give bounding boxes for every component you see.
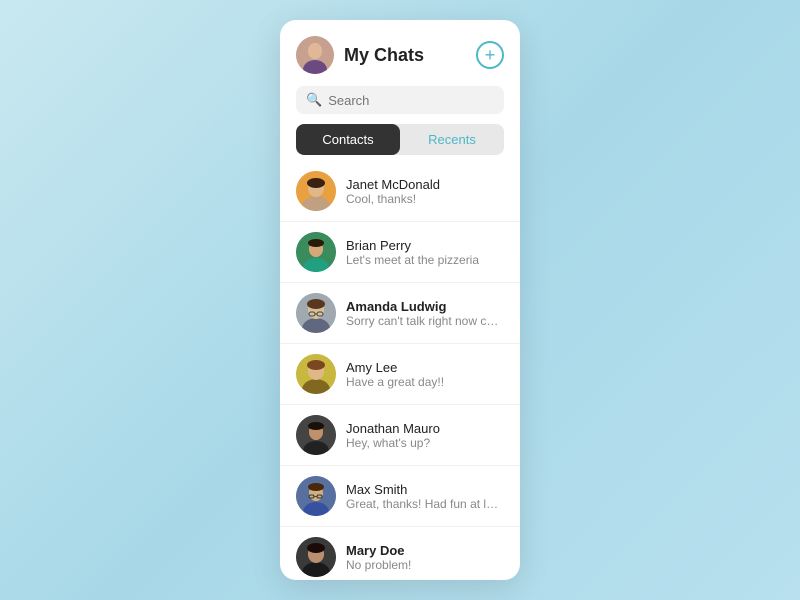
contact-message: Have a great day!! xyxy=(346,375,504,389)
contact-avatar xyxy=(296,537,336,577)
contact-info: Brian Perry Let's meet at the pizzeria xyxy=(346,238,504,267)
contact-avatar xyxy=(296,415,336,455)
contact-name: Max Smith xyxy=(346,482,504,497)
contact-info: Amy Lee Have a great day!! xyxy=(346,360,504,389)
contact-info: Mary Doe No problem! xyxy=(346,543,504,572)
contact-name: Brian Perry xyxy=(346,238,504,253)
search-input[interactable] xyxy=(328,93,494,108)
search-bar: 🔍 xyxy=(296,86,504,114)
contact-avatar xyxy=(296,293,336,333)
contacts-list: Janet McDonald Cool, thanks! Brian Perry… xyxy=(280,161,520,580)
contact-avatar xyxy=(296,354,336,394)
contact-info: Max Smith Great, thanks! Had fun at lunc… xyxy=(346,482,504,511)
contact-message: Sorry can't talk right now can we tal... xyxy=(346,314,504,328)
list-item[interactable]: Jonathan Mauro Hey, what's up? xyxy=(280,405,520,466)
card-header: My Chats + xyxy=(280,20,520,86)
contact-message: Cool, thanks! xyxy=(346,192,504,206)
add-chat-button[interactable]: + xyxy=(476,41,504,69)
page-title: My Chats xyxy=(344,45,424,66)
contact-info: Amanda Ludwig Sorry can't talk right now… xyxy=(346,299,504,328)
list-item[interactable]: Amy Lee Have a great day!! xyxy=(280,344,520,405)
contact-message: Let's meet at the pizzeria xyxy=(346,253,504,267)
list-item[interactable]: Amanda Ludwig Sorry can't talk right now… xyxy=(280,283,520,344)
list-item[interactable]: Max Smith Great, thanks! Had fun at lunc… xyxy=(280,466,520,527)
list-item[interactable]: Brian Perry Let's meet at the pizzeria xyxy=(280,222,520,283)
contact-info: Janet McDonald Cool, thanks! xyxy=(346,177,504,206)
contact-message: No problem! xyxy=(346,558,504,572)
contact-name: Amanda Ludwig xyxy=(346,299,504,314)
avatar xyxy=(296,36,334,74)
contact-avatar xyxy=(296,171,336,211)
contact-name: Janet McDonald xyxy=(346,177,504,192)
contact-info: Jonathan Mauro Hey, what's up? xyxy=(346,421,504,450)
contact-name: Mary Doe xyxy=(346,543,504,558)
list-item[interactable]: Mary Doe No problem! xyxy=(280,527,520,580)
contact-message: Hey, what's up? xyxy=(346,436,504,450)
contact-avatar xyxy=(296,232,336,272)
tab-recents[interactable]: Recents xyxy=(400,124,504,155)
search-icon: 🔍 xyxy=(306,92,322,108)
tab-bar: Contacts Recents xyxy=(296,124,504,155)
contact-avatar xyxy=(296,476,336,516)
contact-name: Jonathan Mauro xyxy=(346,421,504,436)
chat-card: My Chats + 🔍 Contacts Recents Janet McDo… xyxy=(280,20,520,580)
contact-message: Great, thanks! Had fun at lunch tod... xyxy=(346,497,504,511)
header-left: My Chats xyxy=(296,36,424,74)
contact-name: Amy Lee xyxy=(346,360,504,375)
tab-contacts[interactable]: Contacts xyxy=(296,124,400,155)
list-item[interactable]: Janet McDonald Cool, thanks! xyxy=(280,161,520,222)
